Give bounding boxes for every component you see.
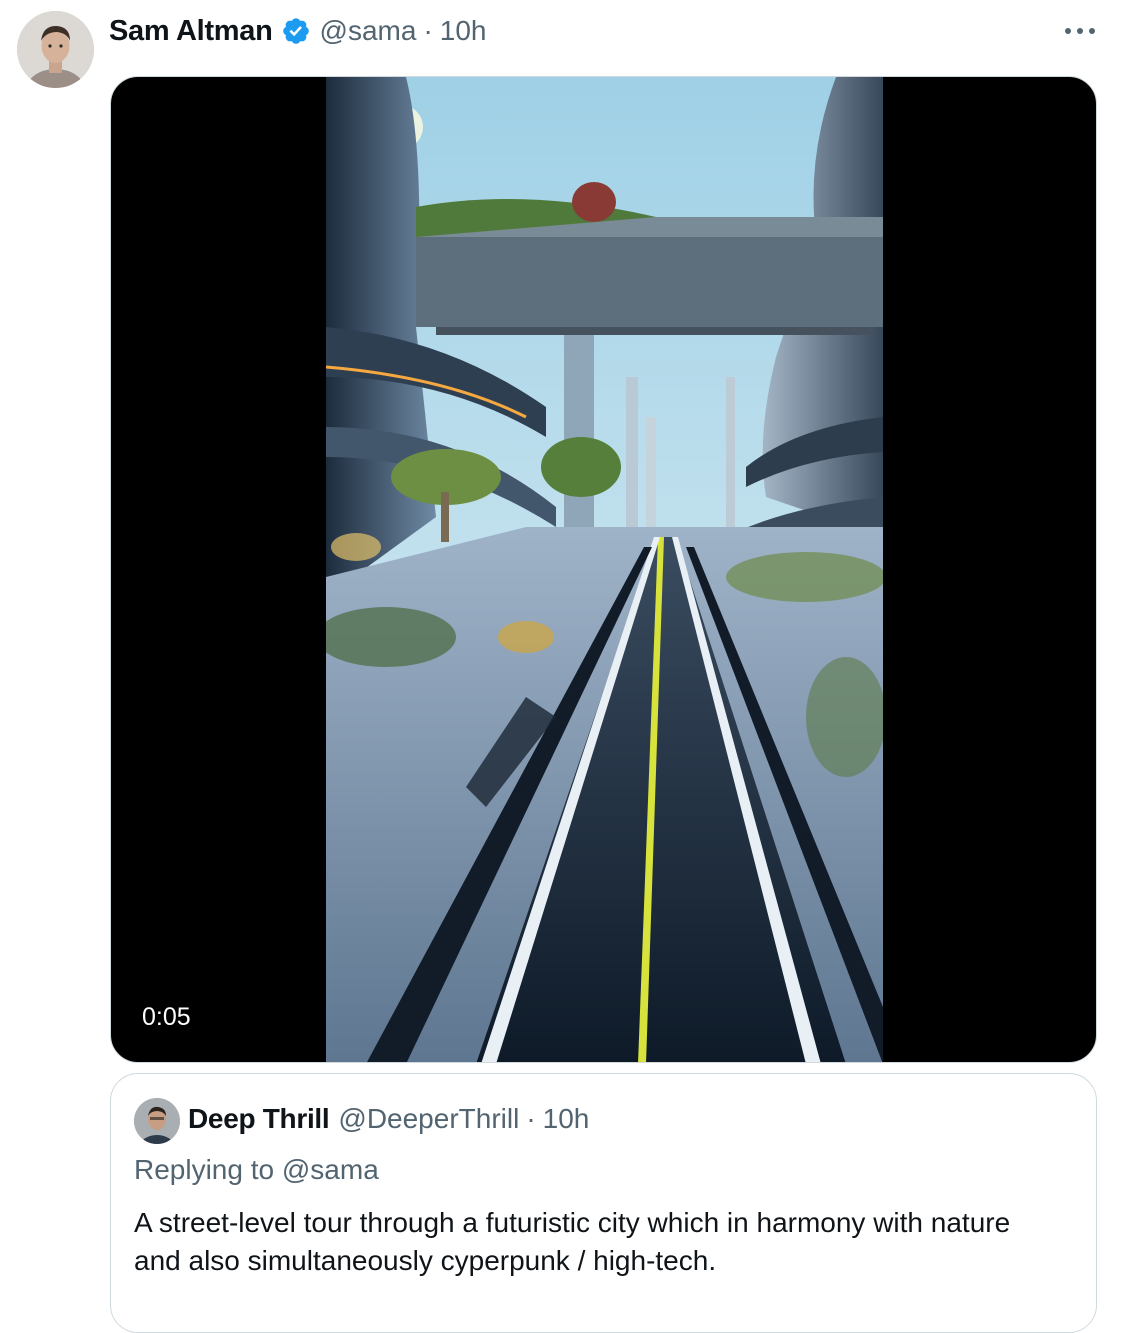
quoted-author-avatar[interactable]: [134, 1098, 180, 1144]
video-player[interactable]: 0:05: [110, 76, 1097, 1063]
quoted-tweet[interactable]: Deep Thrill @DeeperThrill · 10h Replying…: [110, 1073, 1097, 1333]
quoted-author-name[interactable]: Deep Thrill: [188, 1103, 330, 1135]
replying-to-prefix: Replying to: [134, 1154, 275, 1185]
tweet: Sam Altman @sama · 10h 0:05 Deep Thrill …: [0, 0, 1125, 1333]
quoted-header-separator: ·: [526, 1103, 536, 1134]
tweet-timestamp[interactable]: 10h: [440, 15, 487, 47]
video-duration-badge: 0:05: [133, 999, 200, 1036]
quoted-author-handle[interactable]: @DeeperThrill: [338, 1103, 519, 1135]
header-separator: ·: [423, 15, 433, 46]
quoted-timestamp[interactable]: 10h: [543, 1103, 590, 1135]
author-avatar[interactable]: [17, 11, 94, 88]
replying-to-mention[interactable]: @sama: [282, 1154, 379, 1185]
more-options-icon[interactable]: [1065, 16, 1095, 46]
quoted-tweet-text: A street-level tour through a futuristic…: [134, 1207, 1011, 1276]
replying-to-line: Replying to @sama: [134, 1154, 379, 1186]
quoted-tweet-header: Deep Thrill @DeeperThrill · 10h: [188, 1099, 589, 1139]
tweet-header: Sam Altman @sama · 10h: [109, 12, 486, 50]
verified-badge-icon[interactable]: [281, 16, 311, 46]
video-frame: [326, 77, 883, 1062]
author-name[interactable]: Sam Altman: [109, 15, 273, 48]
author-handle[interactable]: @sama: [320, 15, 417, 47]
